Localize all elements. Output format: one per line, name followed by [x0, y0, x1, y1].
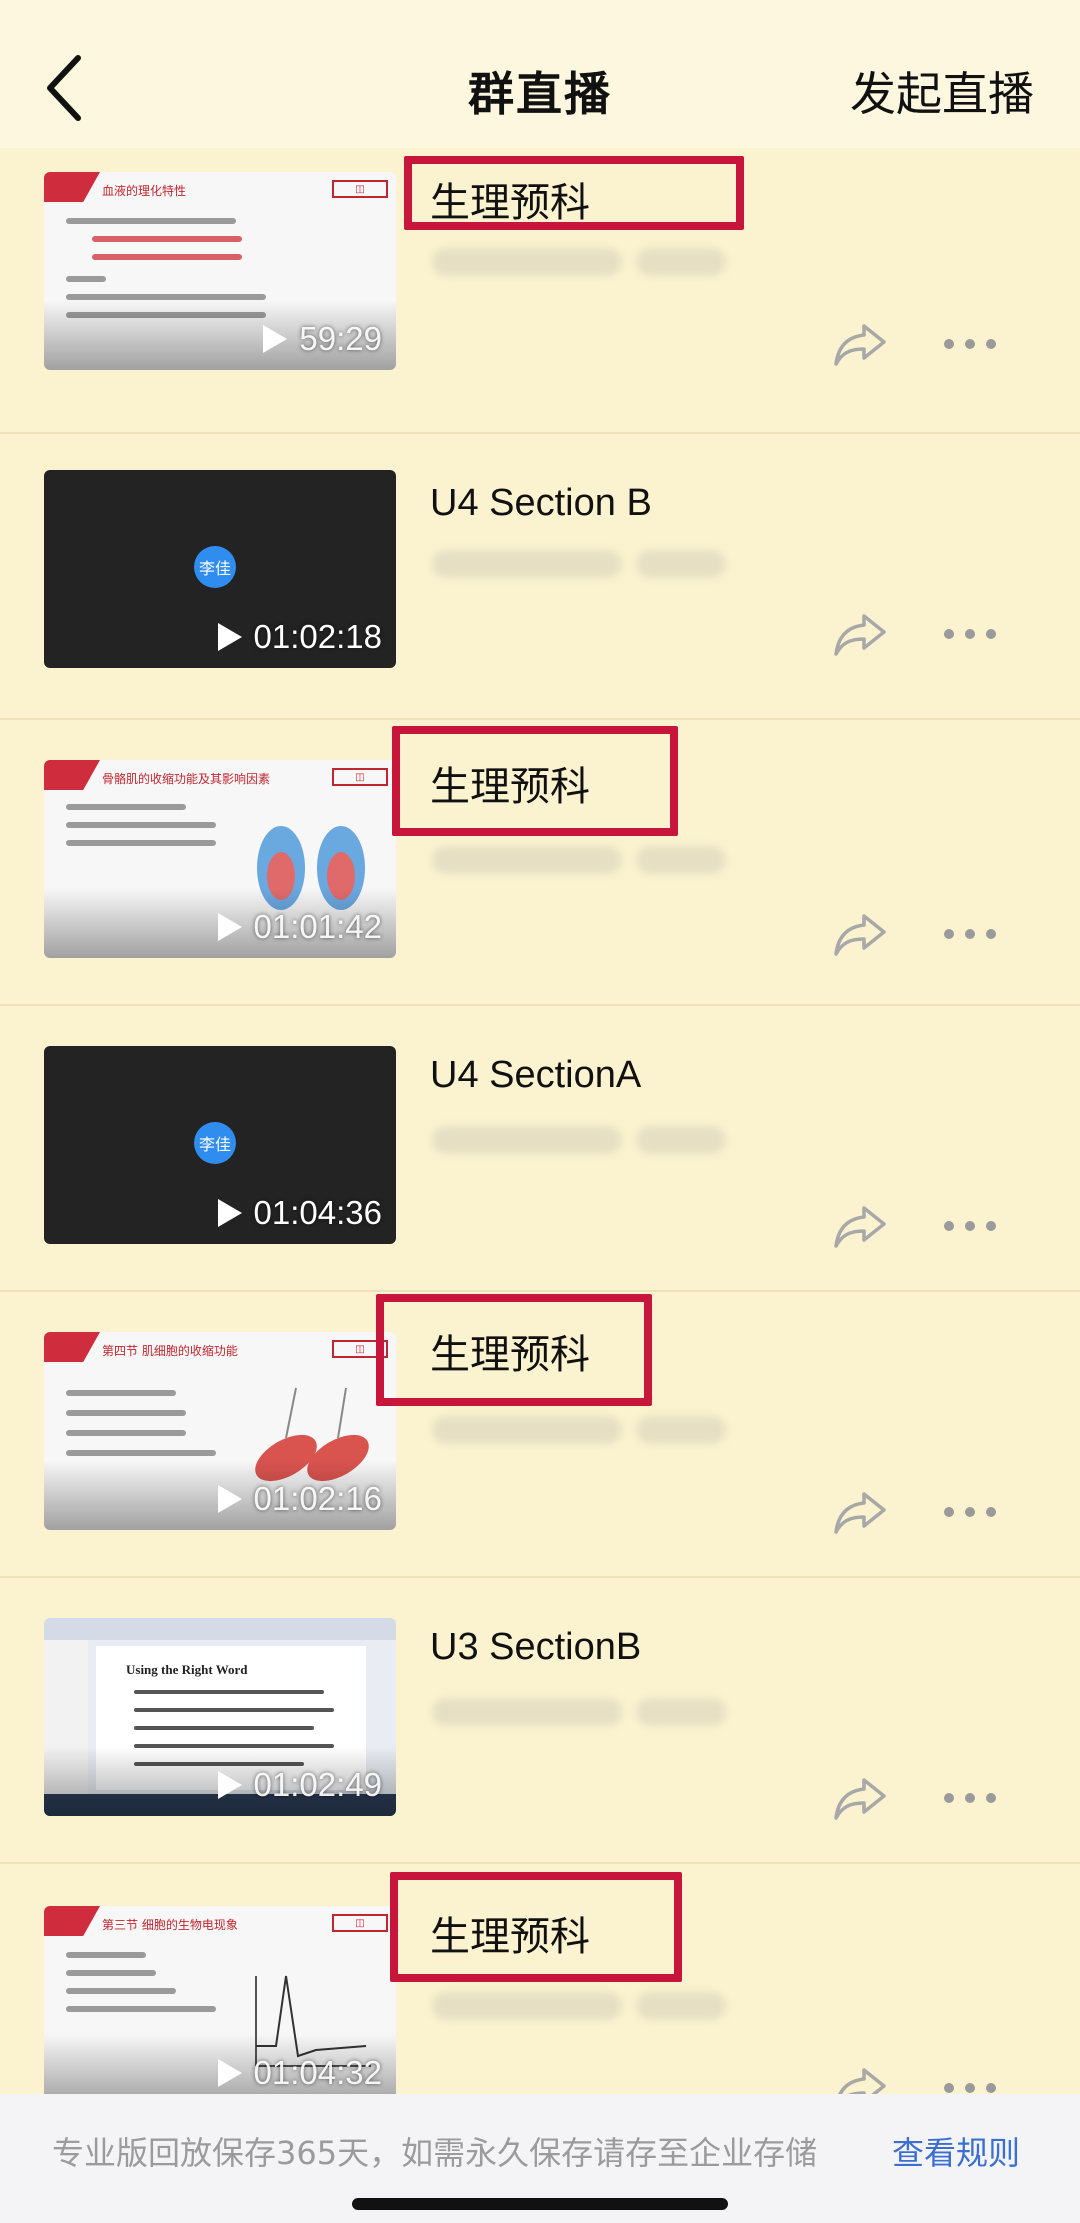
blurred-meta — [432, 1126, 622, 1154]
play-icon — [217, 623, 242, 651]
play-icon — [217, 2059, 242, 2087]
blurred-meta — [432, 1698, 622, 1726]
share-button[interactable] — [832, 910, 888, 958]
blurred-meta — [636, 550, 726, 578]
play-icon — [217, 1771, 242, 1799]
share-icon — [834, 1492, 886, 1534]
video-thumbnail[interactable]: 李佳 01:04:36 — [44, 1046, 396, 1244]
more-button[interactable] — [944, 620, 996, 648]
more-icon — [944, 929, 954, 939]
blurred-meta — [432, 248, 622, 276]
video-duration: 59:29 — [263, 320, 382, 358]
video-thumbnail[interactable]: 李佳 01:02:18 — [44, 470, 396, 668]
avatar: 李佳 — [194, 546, 236, 588]
more-icon — [944, 1793, 954, 1803]
more-button[interactable] — [944, 330, 996, 358]
item-title: U3 SectionB — [430, 1626, 642, 1668]
share-button[interactable] — [832, 1774, 888, 1822]
storage-notice: 专业版回放保存365天，如需永久保存请存至企业存储 — [52, 2134, 818, 2172]
share-button[interactable] — [832, 320, 888, 368]
start-live-button[interactable]: 发起直播 — [850, 58, 1034, 124]
blurred-meta — [636, 1992, 726, 2020]
item-title: U4 SectionA — [430, 1054, 642, 1096]
blurred-meta — [636, 1416, 726, 1444]
more-icon — [944, 2083, 954, 2093]
item-title: 生理预科 — [430, 1914, 590, 1960]
avatar: 李佳 — [194, 1122, 236, 1164]
share-icon — [834, 1778, 886, 1820]
list-item[interactable]: 血液的理化特性 ◫ 59:29 生理预科 — [0, 148, 1080, 434]
more-button[interactable] — [944, 1498, 996, 1526]
blurred-meta — [636, 846, 726, 874]
slide-logo: ◫ — [332, 180, 388, 198]
list-item[interactable]: Using the Right Word 01:02:49 U3 Section… — [0, 1578, 1080, 1864]
blurred-meta — [636, 1698, 726, 1726]
thumbnail-heading: 第四节 肌细胞的收缩功能 — [102, 1344, 238, 1358]
thumbnail-heading: 第三节 细胞的生物电现象 — [102, 1918, 238, 1932]
more-icon — [944, 629, 954, 639]
view-rules-link[interactable]: 查看规则 — [892, 2128, 1020, 2174]
thumbnail-heading: 骨骼肌的收缩功能及其影响因素 — [102, 772, 271, 786]
video-thumbnail[interactable]: 骨骼肌的收缩功能及其影响因素 ◫ 01:01:42 — [44, 760, 396, 958]
more-icon — [944, 1507, 954, 1517]
slide-decoration — [44, 172, 100, 202]
play-icon — [217, 913, 242, 941]
share-icon — [834, 914, 886, 956]
muscle-illustration — [257, 826, 365, 910]
video-duration: 01:02:18 — [217, 618, 382, 656]
share-button[interactable] — [832, 610, 888, 658]
item-title: 生理预科 — [430, 180, 590, 226]
blurred-meta — [636, 1126, 726, 1154]
video-duration: 01:04:36 — [217, 1194, 382, 1232]
more-icon — [944, 339, 954, 349]
share-icon — [834, 324, 886, 366]
list-item[interactable]: 李佳 01:02:18 U4 Section B — [0, 434, 1080, 720]
video-duration: 01:01:42 — [217, 908, 382, 946]
blurred-meta — [432, 1416, 622, 1444]
top-bar: 群直播 发起直播 — [0, 0, 1080, 148]
more-button[interactable] — [944, 1212, 996, 1240]
share-button[interactable] — [832, 1202, 888, 1250]
video-duration: 01:02:49 — [217, 1766, 382, 1804]
share-icon — [834, 614, 886, 656]
more-icon — [944, 1221, 954, 1231]
item-title: 生理预科 — [430, 1332, 590, 1378]
blurred-meta — [432, 550, 622, 578]
play-icon — [217, 1199, 242, 1227]
video-thumbnail[interactable]: 血液的理化特性 ◫ 59:29 — [44, 172, 396, 370]
video-thumbnail[interactable]: Using the Right Word 01:02:49 — [44, 1618, 396, 1816]
list-item[interactable]: 骨骼肌的收缩功能及其影响因素 ◫ 01:01:42 生理预科 — [0, 720, 1080, 1006]
more-button[interactable] — [944, 920, 996, 948]
share-button[interactable] — [832, 1488, 888, 1536]
item-title: U4 Section B — [430, 482, 652, 524]
thumbnail-heading: 血液的理化特性 — [102, 184, 187, 198]
more-button[interactable] — [944, 1784, 996, 1812]
home-indicator[interactable] — [352, 2198, 728, 2210]
blurred-meta — [432, 1992, 622, 2020]
share-icon — [834, 1206, 886, 1248]
video-thumbnail[interactable]: 第三节 细胞的生物电现象 ◫ 01:04:32 — [44, 1906, 396, 2104]
item-title: 生理预科 — [430, 764, 590, 810]
muscle-illustration — [255, 1387, 369, 1482]
list-item[interactable]: 第四节 肌细胞的收缩功能 ◫ 01:02:16 生理预科 — [0, 1292, 1080, 1578]
blurred-meta — [636, 248, 726, 276]
video-thumbnail[interactable]: 第四节 肌细胞的收缩功能 ◫ 01:02:16 — [44, 1332, 396, 1530]
play-icon — [217, 1485, 242, 1513]
video-duration: 01:02:16 — [217, 1480, 382, 1518]
list-item[interactable]: 李佳 01:04:36 U4 SectionA — [0, 1006, 1080, 1292]
blurred-meta — [432, 846, 622, 874]
thumbnail-heading: Using the Right Word — [126, 1662, 248, 1677]
video-duration: 01:04:32 — [217, 2054, 382, 2092]
live-replay-list: 血液的理化特性 ◫ 59:29 生理预科 李佳 01:02:18 U4 Sect… — [0, 148, 1080, 2150]
play-icon — [263, 325, 288, 353]
